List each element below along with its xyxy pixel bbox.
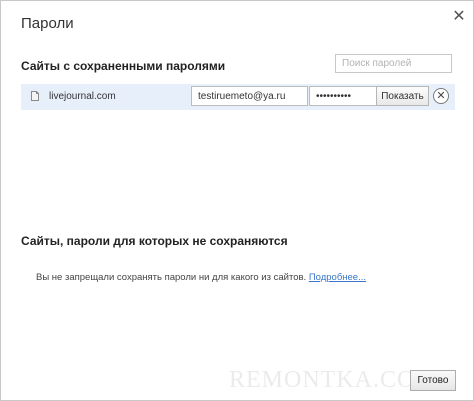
document-icon [31,91,39,101]
watermark: REMONTKA.COM [229,367,438,393]
no-exceptions-text: Вы не запрещали сохранять пароли ни для … [36,272,366,283]
saved-passwords-heading: Сайты с сохраненными паролями [21,59,226,73]
close-icon[interactable]: ✕ [451,9,467,25]
search-passwords-input[interactable] [335,54,452,73]
site-label: livejournal.com [49,91,116,102]
passwords-dialog: Пароли ✕ Сайты с сохраненными паролями l… [0,0,474,401]
saved-password-row[interactable]: livejournal.com Показать ✕ [21,84,455,110]
show-password-button[interactable]: Показать [376,86,429,106]
never-saved-heading: Сайты, пароли для которых не сохраняются [21,234,288,248]
done-button[interactable]: Готово [410,370,456,391]
more-info-link[interactable]: Подробнее... [309,272,366,283]
no-exceptions-message: Вы не запрещали сохранять пароли ни для … [36,272,307,283]
dialog-title: Пароли [21,15,74,32]
login-field[interactable] [191,86,308,106]
remove-circle-x-icon[interactable]: ✕ [433,88,449,104]
